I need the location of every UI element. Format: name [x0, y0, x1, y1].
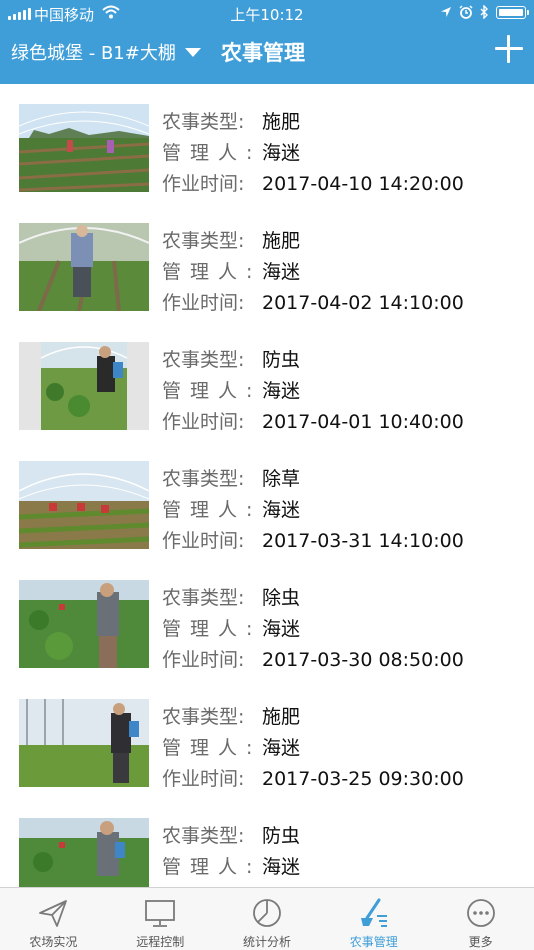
record-manager: 海迷	[262, 856, 301, 878]
record-manager: 海迷	[262, 737, 301, 759]
record-type: 施肥	[262, 111, 301, 133]
time-label: 作业时间:	[162, 530, 245, 552]
farm-selector[interactable]: 绿色城堡 - B1#大棚	[11, 39, 201, 65]
manager-label: 管理人:	[162, 737, 262, 759]
type-label: 农事类型:	[162, 706, 245, 728]
tab-label: 农场实况	[29, 935, 78, 949]
tab-remote-control[interactable]: 远程控制	[107, 888, 214, 950]
manager-label: 管理人:	[162, 261, 262, 283]
type-label: 农事类型:	[162, 349, 245, 371]
tab-more[interactable]: 更多	[427, 888, 534, 950]
time-label: 作业时间:	[162, 649, 245, 671]
record-item[interactable]: 农事类型: 防虫 管理人: 海迷 作业时间: 2017-04-01 10:40:00	[0, 322, 534, 441]
record-item[interactable]: 农事类型: 施肥 管理人: 海迷 作业时间: 2017-03-25 09:30:00	[0, 679, 534, 798]
record-manager: 海迷	[262, 261, 301, 283]
tab-farm-management[interactable]: 农事管理	[320, 888, 427, 950]
record-item[interactable]: 农事类型: 施肥 管理人: 海迷 作业时间: 2017-04-10 14:20:00	[0, 84, 534, 203]
tab-statistics[interactable]: 统计分析	[214, 888, 321, 950]
battery-icon	[496, 5, 529, 19]
type-label: 农事类型:	[162, 111, 245, 133]
record-manager: 海迷	[262, 380, 301, 402]
record-time: 2017-04-02 14:10:00	[262, 292, 464, 314]
time-label: 作业时间:	[162, 292, 245, 314]
farm-selector-label: 绿色城堡 - B1#大棚	[11, 43, 176, 64]
type-label: 农事类型:	[162, 468, 245, 490]
record-type: 除虫	[262, 587, 301, 609]
tab-label: 统计分析	[242, 935, 291, 949]
record-manager: 海迷	[262, 499, 301, 521]
nav-bar: 绿色城堡 - B1#大棚 农事管理	[0, 28, 534, 84]
record-time: 2017-04-01 10:40:00	[262, 411, 464, 433]
tab-label: 远程控制	[136, 935, 185, 949]
manager-label: 管理人:	[162, 142, 262, 164]
bluetooth-icon	[480, 5, 488, 19]
manager-label: 管理人:	[162, 380, 262, 402]
paper-plane-icon	[39, 900, 68, 927]
record-photo	[19, 699, 149, 787]
tab-farm-live[interactable]: 农场实况	[0, 888, 107, 950]
status-bar: 中国移动 上午10:12	[0, 0, 534, 28]
manager-label: 管理人:	[162, 856, 262, 878]
type-label: 农事类型:	[162, 825, 245, 847]
record-type: 除草	[262, 468, 301, 490]
record-photo	[19, 223, 149, 311]
tab-bar: 农场实况 远程控制 统计分析 农事管理 更多	[0, 887, 534, 950]
record-type: 施肥	[262, 706, 301, 728]
manager-label: 管理人:	[162, 499, 262, 521]
record-photo	[19, 818, 149, 887]
record-time: 2017-04-10 14:20:00	[262, 173, 464, 195]
time-label: 作业时间:	[162, 768, 245, 790]
type-label: 农事类型:	[162, 587, 245, 609]
record-item[interactable]: 农事类型:防虫 管理人:海迷 作业时间:	[0, 798, 534, 887]
record-photo	[19, 342, 149, 430]
top-bar: 中国移动 上午10:12 绿色城堡 - B1#大棚 农事管理	[0, 0, 534, 84]
more-dots-icon	[466, 899, 495, 927]
pie-chart-icon	[253, 899, 281, 927]
record-type: 防虫	[262, 349, 301, 371]
record-type: 防虫	[262, 825, 301, 847]
monitor-icon	[145, 900, 176, 927]
tab-label: 更多	[468, 935, 493, 949]
manager-label: 管理人:	[162, 618, 262, 640]
alarm-icon	[459, 5, 473, 19]
record-photo	[19, 104, 149, 192]
record-type: 施肥	[262, 230, 301, 252]
record-time: 2017-03-25 09:30:00	[262, 768, 464, 790]
record-item[interactable]: 农事类型: 除草 管理人: 海迷 作业时间: 2017-03-31 14:10:00	[0, 441, 534, 560]
add-record-button[interactable]	[495, 35, 523, 63]
record-time: 2017-03-31 14:10:00	[262, 530, 464, 552]
record-photo	[19, 580, 149, 668]
tab-label: 农事管理	[349, 935, 398, 949]
record-photo	[19, 461, 149, 549]
record-item[interactable]: 农事类型: 施肥 管理人: 海迷 作业时间: 2017-04-02 14:10:00	[0, 203, 534, 322]
type-label: 农事类型:	[162, 230, 245, 252]
farm-record-list: 农事类型: 施肥 管理人: 海迷 作业时间: 2017-04-10 14:20:00 …	[0, 84, 534, 887]
time-label: 作业时间:	[162, 173, 245, 195]
page-title: 农事管理	[221, 41, 305, 65]
record-manager: 海迷	[262, 142, 301, 164]
location-icon	[441, 7, 451, 17]
record-item[interactable]: 农事类型: 除虫 管理人: 海迷 作业时间: 2017-03-30 08:50:00	[0, 560, 534, 679]
caret-down-icon	[184, 47, 201, 57]
farm-tool-icon	[360, 898, 387, 927]
time-label: 作业时间:	[162, 411, 245, 433]
record-time: 2017-03-30 08:50:00	[262, 649, 464, 671]
record-manager: 海迷	[262, 618, 301, 640]
